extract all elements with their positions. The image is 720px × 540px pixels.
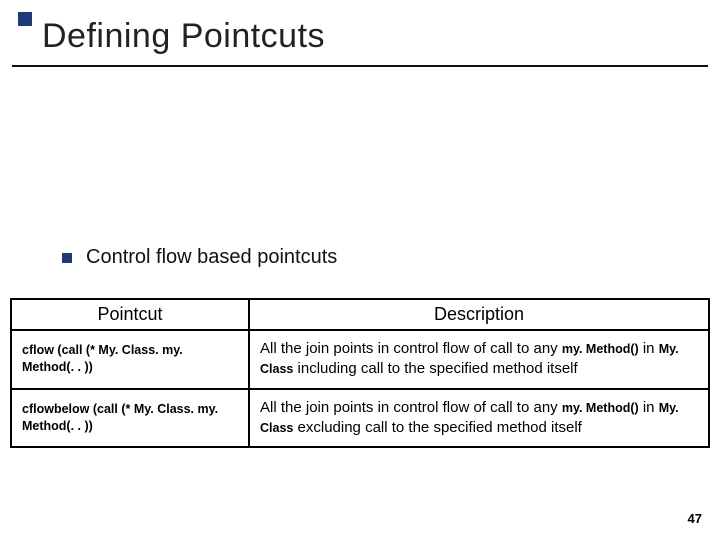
page-number: 47 bbox=[688, 511, 702, 526]
accent-square-icon bbox=[18, 12, 32, 26]
header-description: Description bbox=[249, 299, 709, 330]
cell-pointcut: cflow (call (* My. Class. my. Method(. .… bbox=[11, 330, 249, 389]
bullet-text: Control flow based pointcuts bbox=[86, 246, 337, 269]
desc-text: including call to the specified method i… bbox=[293, 360, 577, 377]
cell-pointcut: cflowbelow (call (* My. Class. my. Metho… bbox=[11, 389, 249, 448]
bullet-item: Control flow based pointcuts bbox=[62, 246, 337, 269]
slide: Defining Pointcuts Control flow based po… bbox=[0, 0, 720, 540]
desc-text: in bbox=[639, 340, 659, 357]
desc-text: All the join points in control flow of c… bbox=[260, 399, 562, 416]
header-pointcut: Pointcut bbox=[11, 299, 249, 330]
table-row: cflow (call (* My. Class. my. Method(. .… bbox=[11, 330, 709, 389]
desc-text: excluding call to the specified method i… bbox=[293, 419, 582, 436]
cell-description: All the join points in control flow of c… bbox=[249, 389, 709, 448]
cell-description: All the join points in control flow of c… bbox=[249, 330, 709, 389]
pointcut-table: Pointcut Description cflow (call (* My. … bbox=[10, 298, 710, 448]
title-underline bbox=[12, 65, 708, 67]
desc-text: in bbox=[639, 399, 659, 416]
desc-text: All the join points in control flow of c… bbox=[260, 340, 562, 357]
bullet-square-icon bbox=[62, 253, 72, 263]
table-header-row: Pointcut Description bbox=[11, 299, 709, 330]
table-row: cflowbelow (call (* My. Class. my. Metho… bbox=[11, 389, 709, 448]
desc-code: my. Method() bbox=[562, 342, 639, 356]
desc-code: my. Method() bbox=[562, 401, 639, 415]
page-title: Defining Pointcuts bbox=[42, 17, 325, 56]
